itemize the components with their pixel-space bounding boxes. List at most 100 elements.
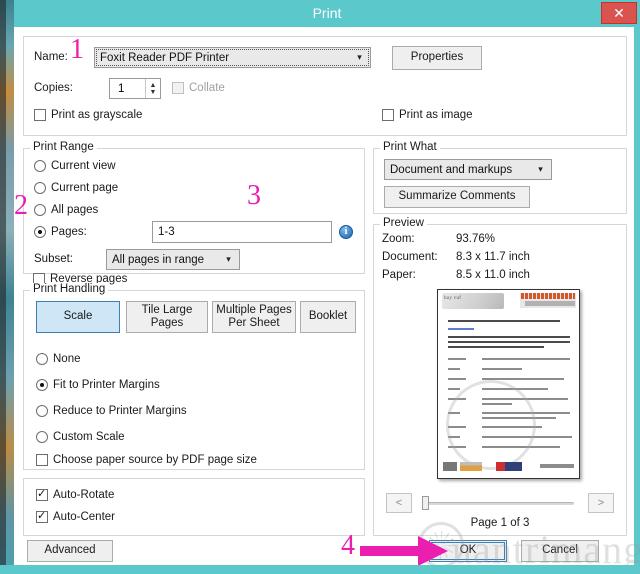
window-bottom-strip — [0, 565, 640, 574]
ok-label: OK — [460, 544, 477, 557]
info-icon[interactable]: i — [339, 225, 353, 239]
document-size-label: Document: — [382, 251, 438, 263]
preview-slider-thumb[interactable] — [422, 496, 429, 510]
preview-slider-track[interactable] — [422, 502, 574, 505]
checkbox-box — [382, 109, 394, 121]
print-as-image-label: Print as image — [399, 109, 473, 121]
auto-center-label: Auto-Center — [53, 511, 115, 523]
print-what-legend: Print What — [380, 141, 440, 153]
prev-icon: < — [396, 497, 402, 509]
tab-label: Scale — [64, 310, 93, 323]
print-grayscale-checkbox[interactable]: Print as grayscale — [34, 109, 142, 121]
thumb-para-line — [448, 341, 570, 343]
copies-spinner-arrows[interactable]: ▲ ▼ — [145, 79, 160, 98]
thumb-footer-logo-3 — [496, 462, 522, 471]
thumb-header: bay vuf — [438, 290, 579, 312]
printer-group: Name: Foxit Reader PDF Printer ▾ Propert… — [23, 36, 627, 136]
radio-circle — [36, 379, 48, 391]
checkbox-box — [34, 109, 46, 121]
radio-scale-none[interactable]: None — [36, 353, 81, 365]
radio-label: Reduce to Printer Margins — [53, 405, 187, 417]
ok-button[interactable]: OK — [429, 540, 507, 562]
print-what-value: Document and markups — [390, 164, 532, 176]
print-what-group: Print What Document and markups ▾ Summar… — [373, 148, 627, 214]
print-grayscale-label: Print as grayscale — [51, 109, 142, 121]
thumb-para-line — [448, 346, 544, 348]
radio-all-pages[interactable]: All pages — [34, 204, 98, 216]
summarize-comments-button[interactable]: Summarize Comments — [384, 186, 530, 208]
thumb-footer-logo-2 — [460, 462, 482, 471]
thumb-header-title — [521, 293, 575, 299]
thumb-speaker — [448, 388, 460, 390]
thumb-speaker — [448, 358, 466, 360]
auto-center-checkbox[interactable]: Auto-Center — [36, 511, 115, 523]
thumb-title-line — [448, 320, 560, 322]
pages-input[interactable]: 1-3 — [152, 221, 332, 243]
radio-circle — [36, 431, 48, 443]
radio-current-page[interactable]: Current page — [34, 182, 118, 194]
tab-multiple-pages-per-sheet[interactable]: Multiple Pages Per Sheet — [212, 301, 296, 333]
thumb-speaker — [448, 368, 460, 370]
radio-label: Current page — [51, 182, 118, 194]
subset-label: Subset: — [34, 253, 73, 265]
checkbox-box — [36, 511, 48, 523]
tab-tile-large-pages[interactable]: Tile Large Pages — [126, 301, 208, 333]
title-bar: Print ✕ — [14, 0, 640, 27]
tab-label: Multiple Pages Per Sheet — [213, 304, 295, 330]
pages-value: 1-3 — [158, 226, 175, 238]
subset-combo[interactable]: All pages in range ▾ — [106, 249, 240, 270]
thumb-dialog-line — [482, 358, 570, 360]
page-indicator: Page 1 of 3 — [374, 517, 626, 529]
next-icon: > — [598, 497, 604, 509]
paper-size-label: Paper: — [382, 269, 416, 281]
auto-rotate-checkbox[interactable]: Auto-Rotate — [36, 489, 114, 501]
radio-fit-to-printer-margins[interactable]: Fit to Printer Margins — [36, 379, 160, 391]
thumb-footer — [438, 460, 579, 474]
close-icon[interactable]: ✕ — [601, 2, 637, 24]
thumb-header-sub — [525, 301, 575, 306]
printer-name-combo[interactable]: Foxit Reader PDF Printer ▾ — [94, 47, 371, 68]
radio-custom-scale[interactable]: Custom Scale — [36, 431, 125, 443]
preview-prev-button[interactable]: < — [386, 493, 412, 513]
tab-label: Tile Large Pages — [127, 304, 207, 330]
collate-label: Collate — [189, 82, 225, 94]
print-handling-legend: Print Handling — [30, 283, 108, 295]
radio-circle — [34, 182, 46, 194]
tab-scale[interactable]: Scale — [36, 301, 120, 333]
properties-button[interactable]: Properties — [392, 46, 482, 70]
chevron-down-icon: ▾ — [532, 160, 549, 179]
properties-label: Properties — [411, 51, 463, 64]
radio-reduce-to-printer-margins[interactable]: Reduce to Printer Margins — [36, 405, 187, 417]
tab-booklet[interactable]: Booklet — [300, 301, 356, 333]
radio-label: Current view — [51, 160, 116, 172]
thumb-dialog-line — [482, 368, 522, 370]
background-dark-edge — [0, 0, 6, 574]
print-as-image-checkbox[interactable]: Print as image — [382, 109, 473, 121]
print-range-legend: Print Range — [30, 141, 97, 153]
printer-name-value: Foxit Reader PDF Printer — [100, 52, 351, 64]
tab-label: Booklet — [309, 310, 347, 323]
copies-stepper[interactable]: 1 ▲ ▼ — [109, 78, 161, 99]
radio-circle — [36, 405, 48, 417]
radio-circle — [34, 226, 46, 238]
choose-paper-source-checkbox[interactable]: Choose paper source by PDF page size — [36, 454, 257, 466]
radio-label: All pages — [51, 204, 98, 216]
radio-pages[interactable]: Pages: — [34, 226, 87, 238]
thumb-para-line — [448, 336, 570, 338]
print-what-combo[interactable]: Document and markups ▾ — [384, 159, 552, 180]
radio-current-view[interactable]: Current view — [34, 160, 116, 172]
cancel-button[interactable]: Cancel — [521, 540, 599, 562]
checkbox-box — [36, 454, 48, 466]
choose-paper-source-label: Choose paper source by PDF page size — [53, 454, 257, 466]
preview-group: Preview Zoom: 93.76% Document: 8.3 x 11.… — [373, 224, 627, 536]
preview-next-button[interactable]: > — [588, 493, 614, 513]
advanced-label: Advanced — [44, 544, 95, 557]
summarize-comments-label: Summarize Comments — [399, 190, 516, 203]
print-dialog: Name: Foxit Reader PDF Printer ▾ Propert… — [14, 27, 634, 565]
radio-label: None — [53, 353, 81, 365]
collate-checkbox[interactable]: Collate — [172, 82, 225, 94]
radio-circle — [36, 353, 48, 365]
zoom-value: 93.76% — [456, 233, 495, 245]
advanced-button[interactable]: Advanced — [27, 540, 113, 562]
radio-circle — [34, 160, 46, 172]
